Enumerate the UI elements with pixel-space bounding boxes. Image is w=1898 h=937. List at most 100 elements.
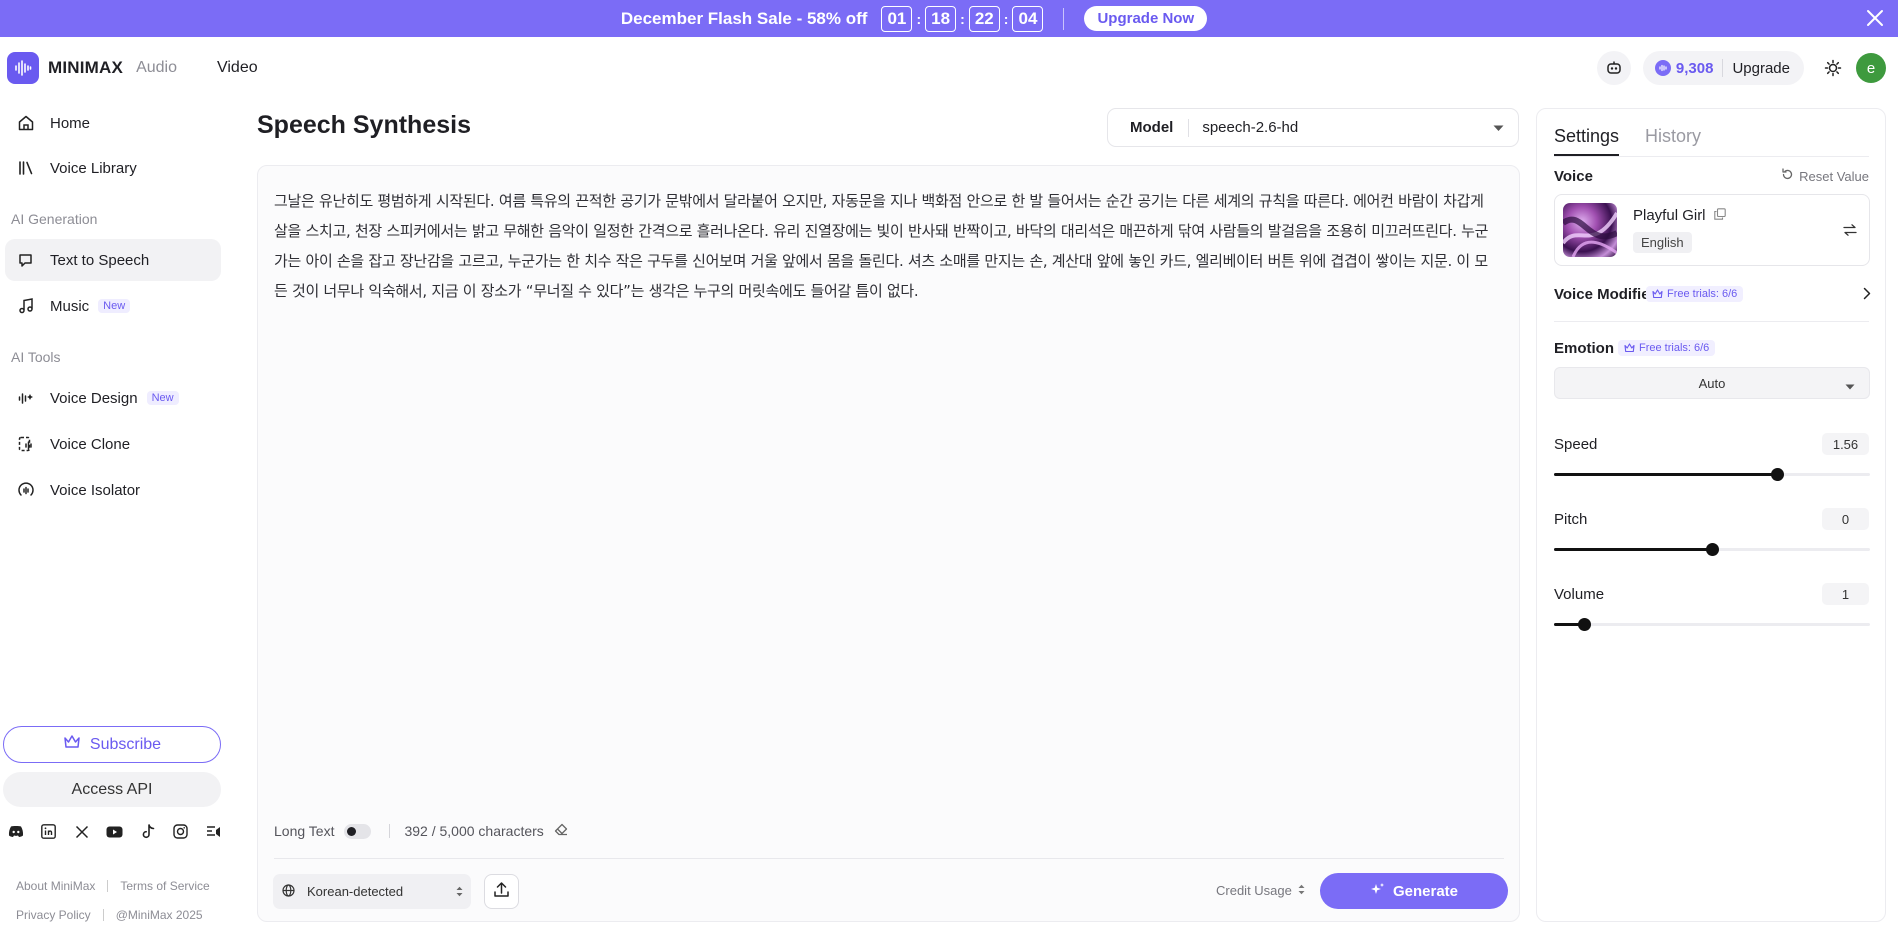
section-ai-generation: AI Generation bbox=[11, 211, 98, 227]
discord-icon[interactable] bbox=[7, 823, 24, 840]
long-text-label: Long Text bbox=[274, 823, 335, 839]
social-links bbox=[7, 823, 222, 840]
upgrade-button[interactable]: Upgrade bbox=[1732, 60, 1790, 77]
nav-video[interactable]: Video bbox=[217, 59, 258, 77]
up-down-icon bbox=[1298, 883, 1305, 898]
avatar[interactable]: e bbox=[1856, 53, 1886, 83]
music-note-icon bbox=[16, 296, 36, 316]
sidebar-item-label: Voice Clone bbox=[50, 435, 131, 453]
speed-slider[interactable] bbox=[1554, 468, 1870, 481]
emotion-label: Emotion bbox=[1554, 340, 1614, 357]
character-count: 392 / 5,000 characters bbox=[404, 823, 544, 839]
copy-icon[interactable] bbox=[1713, 207, 1726, 224]
library-icon bbox=[16, 158, 36, 178]
swap-icon[interactable] bbox=[1843, 223, 1857, 241]
sidebar-item-voice-clone[interactable]: Voice Clone bbox=[5, 423, 221, 465]
eraser-icon[interactable] bbox=[554, 823, 568, 839]
reset-icon bbox=[1781, 168, 1794, 184]
tiktok-icon[interactable] bbox=[139, 823, 156, 840]
caret-down-icon bbox=[1845, 378, 1855, 393]
upload-icon bbox=[493, 881, 510, 903]
footer-links-row-2: Privacy Policy @MiniMax 2025 bbox=[16, 908, 203, 922]
sidebar-item-label: Voice Isolator bbox=[50, 481, 141, 499]
instagram-icon[interactable] bbox=[172, 823, 189, 840]
emotion-select[interactable]: Auto bbox=[1554, 367, 1870, 399]
close-icon[interactable] bbox=[1864, 7, 1886, 29]
pill-divider bbox=[1722, 59, 1724, 77]
long-text-toggle[interactable] bbox=[344, 823, 372, 839]
voice-card[interactable]: Playful Girl English bbox=[1554, 194, 1870, 266]
language-value: Korean-detected bbox=[307, 884, 404, 899]
credit-usage-select[interactable]: Credit Usage bbox=[1216, 883, 1305, 898]
tab-history[interactable]: History bbox=[1645, 126, 1701, 147]
speed-value-input[interactable]: 1.56 bbox=[1822, 433, 1869, 455]
crown-icon bbox=[63, 734, 81, 755]
footer-links-row-1: About MiniMax Terms of Service bbox=[16, 879, 210, 893]
timer-separator: : bbox=[1003, 10, 1009, 27]
sidebar-item-voice-library[interactable]: Voice Library bbox=[5, 147, 221, 189]
section-ai-tools: AI Tools bbox=[11, 349, 61, 365]
privacy-link[interactable]: Privacy Policy bbox=[16, 908, 91, 922]
banner-divider bbox=[1063, 7, 1065, 30]
volume-label: Volume bbox=[1554, 586, 1605, 603]
sidebar-item-voice-design[interactable]: Voice Design New bbox=[5, 377, 221, 419]
pitch-value-input[interactable]: 0 bbox=[1822, 508, 1869, 530]
access-api-button[interactable]: Access API bbox=[3, 772, 221, 807]
voice-name: Playful Girl bbox=[1633, 207, 1706, 224]
credits-pill[interactable]: 9,308 Upgrade bbox=[1642, 51, 1804, 85]
pitch-slider[interactable] bbox=[1554, 543, 1870, 556]
new-badge: New bbox=[146, 391, 179, 405]
pitch-label: Pitch bbox=[1554, 511, 1588, 528]
meta-divider bbox=[389, 824, 391, 838]
volume-value-input[interactable]: 1 bbox=[1822, 583, 1869, 605]
volume-slider[interactable] bbox=[1554, 618, 1870, 631]
speed-slider-thumb[interactable] bbox=[1770, 468, 1784, 481]
tab-settings[interactable]: Settings bbox=[1554, 126, 1620, 156]
free-trials-badge: Free trials: 6/6 bbox=[1646, 286, 1744, 302]
youtube-icon[interactable] bbox=[106, 823, 123, 840]
model-select[interactable]: Model speech-2.6-hd bbox=[1107, 108, 1519, 147]
home-icon bbox=[16, 113, 36, 133]
upgrade-now-button[interactable]: Upgrade Now bbox=[1084, 6, 1208, 31]
voice-clone-icon bbox=[16, 434, 36, 454]
free-trials-text: Free trials: 6/6 bbox=[1639, 342, 1710, 354]
top-header: MINIMAX Audio Video 9,308 Upgrade e bbox=[0, 37, 1898, 99]
pitch-slider-thumb[interactable] bbox=[1706, 543, 1719, 556]
terms-link[interactable]: Terms of Service bbox=[120, 879, 209, 893]
sidebar-item-label: Text to Speech bbox=[50, 251, 150, 269]
up-down-icon bbox=[456, 885, 463, 900]
chevron-right-icon[interactable] bbox=[1863, 287, 1871, 305]
credit-balance: 9,308 bbox=[1675, 59, 1714, 77]
brand[interactable]: MINIMAX bbox=[7, 52, 123, 84]
model-value: speech-2.6-hd bbox=[1202, 119, 1299, 136]
tabs-divider bbox=[1554, 156, 1869, 157]
sidebar-item-voice-isolator[interactable]: Voice Isolator bbox=[5, 469, 221, 511]
voice-modifier-label[interactable]: Voice Modifier bbox=[1554, 286, 1655, 303]
language-select[interactable]: Korean-detected bbox=[273, 874, 471, 909]
emotion-value: Auto bbox=[1698, 375, 1726, 391]
generate-button[interactable]: Generate bbox=[1320, 873, 1508, 909]
toggle-knob bbox=[347, 826, 357, 836]
volume-slider-thumb[interactable] bbox=[1578, 618, 1592, 631]
voice-language-tag: English bbox=[1633, 232, 1692, 253]
footer-divider bbox=[107, 880, 109, 892]
sidebar-item-text-to-speech[interactable]: Text to Speech bbox=[5, 239, 221, 281]
sidebar-item-home[interactable]: Home bbox=[5, 102, 221, 144]
text-input[interactable]: 그날은 유난히도 평범하게 시작된다. 여름 특유의 끈적한 공기가 문밖에서 … bbox=[274, 186, 1496, 306]
banner-title: December Flash Sale - 58% off bbox=[620, 8, 868, 28]
upload-button[interactable] bbox=[484, 874, 519, 909]
reset-value-button[interactable]: Reset Value bbox=[1781, 168, 1869, 184]
robot-icon[interactable] bbox=[1596, 51, 1631, 85]
feishu-icon[interactable] bbox=[205, 823, 222, 840]
subscribe-button[interactable]: Subscribe bbox=[3, 726, 221, 763]
x-icon[interactable] bbox=[73, 823, 90, 840]
sidebar-item-music[interactable]: Music New bbox=[5, 285, 221, 327]
credit-icon bbox=[1654, 60, 1671, 76]
sun-icon[interactable] bbox=[1816, 51, 1850, 85]
new-badge: New bbox=[98, 299, 131, 313]
linkedin-icon[interactable] bbox=[40, 823, 57, 840]
timer-separator: : bbox=[960, 10, 965, 27]
nav-audio[interactable]: Audio bbox=[136, 59, 177, 77]
minimax-logo-icon bbox=[7, 52, 39, 84]
about-link[interactable]: About MiniMax bbox=[16, 879, 95, 893]
